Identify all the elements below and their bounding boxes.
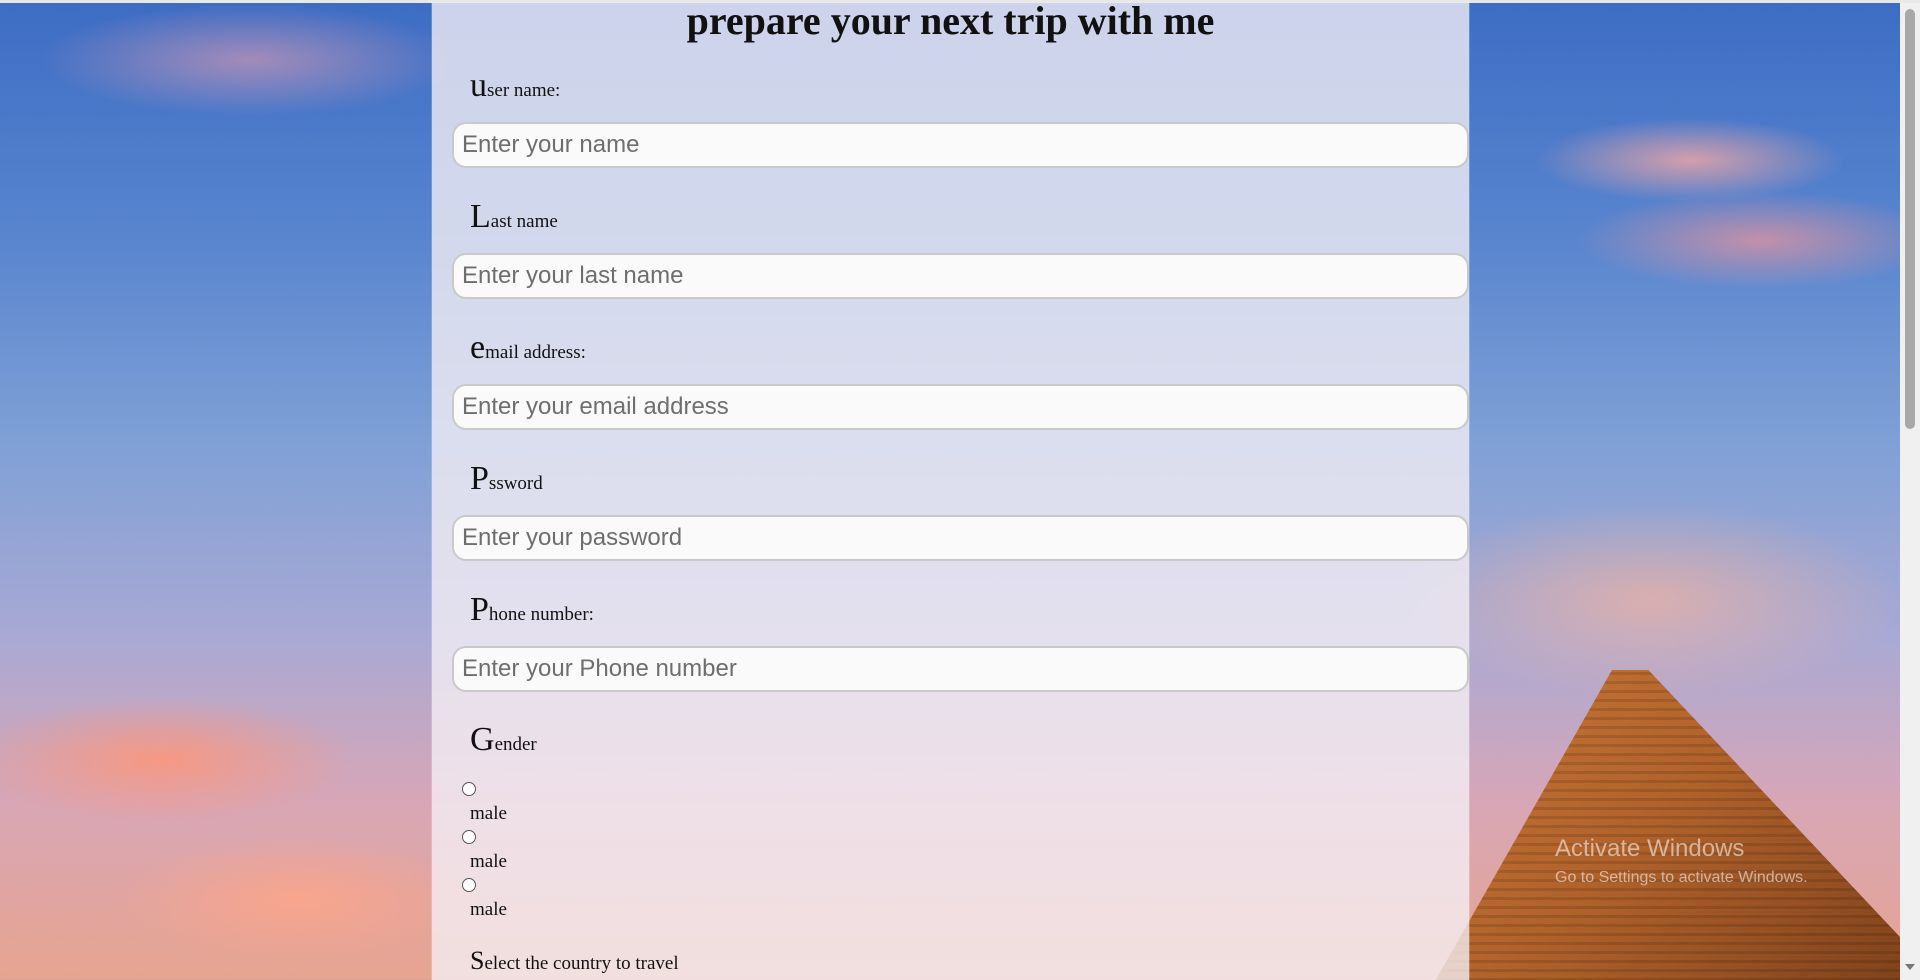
phone-input[interactable] bbox=[452, 646, 1469, 692]
scrollbar-thumb[interactable] bbox=[1905, 9, 1915, 429]
gender-radio-2[interactable] bbox=[462, 830, 476, 844]
gender-option-label-3: male bbox=[470, 899, 507, 920]
email-input[interactable] bbox=[452, 384, 1469, 430]
password-input[interactable] bbox=[452, 515, 1469, 561]
gender-option-label-1: male bbox=[470, 803, 507, 824]
scroll-down-arrow-icon[interactable] bbox=[1905, 964, 1915, 970]
watermark-subtitle: Go to Settings to activate Windows. bbox=[1555, 869, 1808, 886]
gender-label: Gender bbox=[470, 721, 537, 758]
username-input[interactable] bbox=[452, 122, 1469, 168]
page-title: prepare your next trip with me bbox=[686, 0, 1215, 43]
pyramid-background-image bbox=[1430, 670, 1920, 980]
country-select-label: Select the country to travel bbox=[470, 946, 679, 975]
gender-radio-3[interactable] bbox=[462, 878, 476, 892]
lastname-input[interactable] bbox=[452, 253, 1469, 299]
signup-form-panel: prepare your next trip with me user name… bbox=[432, 0, 1469, 980]
username-label: user name: bbox=[470, 67, 561, 104]
watermark-title: Activate Windows bbox=[1555, 835, 1745, 862]
lastname-label: Last name bbox=[470, 198, 558, 235]
activate-windows-watermark: Activate Windows Go to Settings to activ… bbox=[1555, 835, 1808, 887]
page-scrollbar[interactable] bbox=[1900, 3, 1920, 980]
gender-option-label-2: male bbox=[470, 851, 507, 872]
phone-label: Phone number: bbox=[470, 591, 594, 628]
password-label: Pssword bbox=[470, 460, 543, 497]
gender-radio-1[interactable] bbox=[462, 782, 476, 796]
email-label: email address: bbox=[470, 329, 586, 366]
